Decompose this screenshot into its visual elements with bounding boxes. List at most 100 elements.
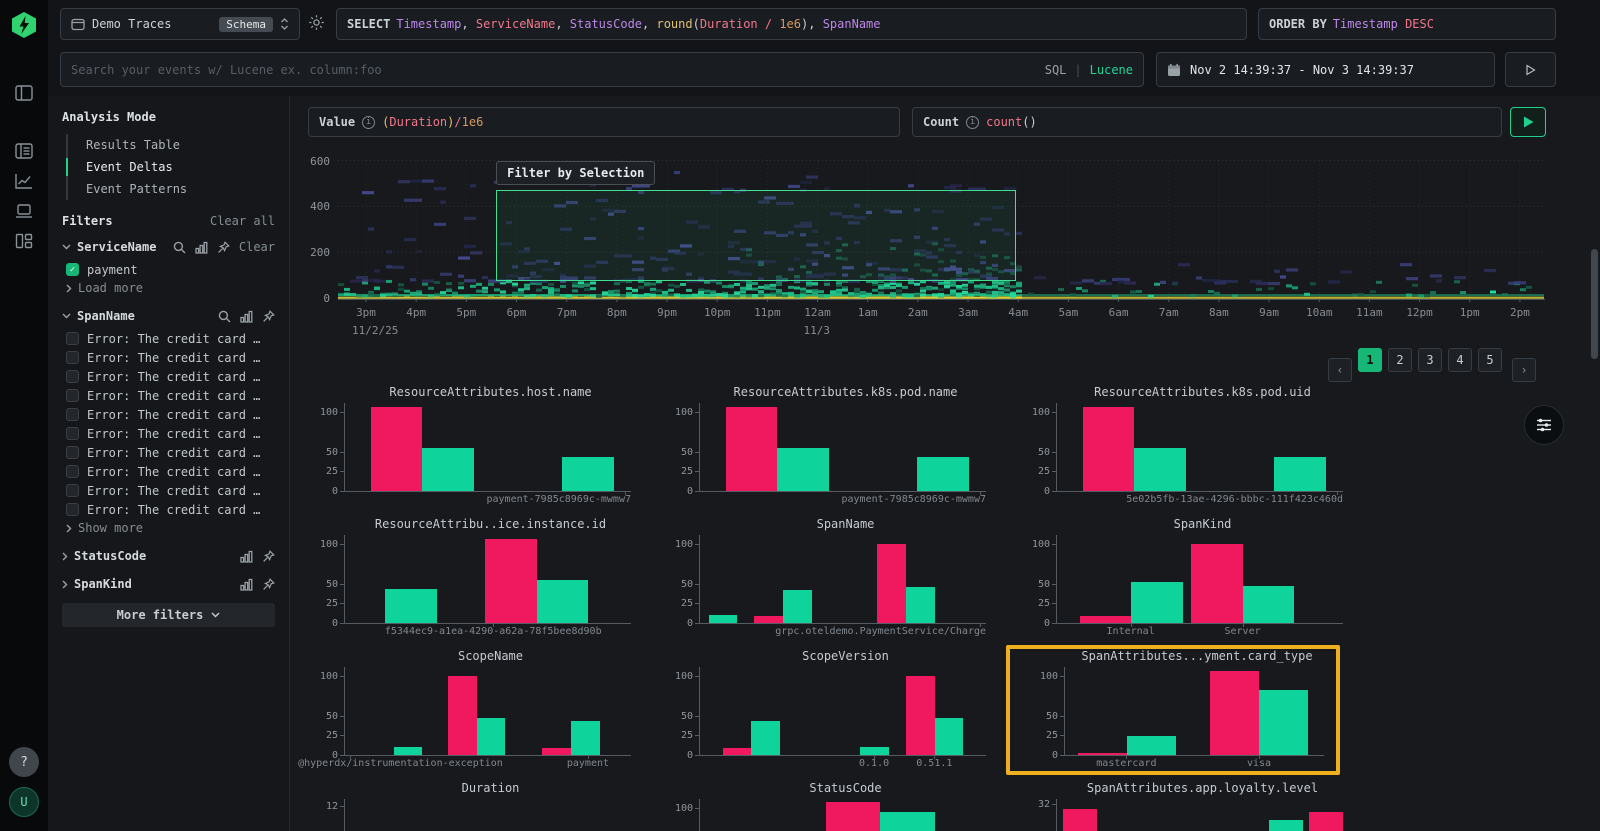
delta-chart-resourceattributes-k8s-pod-name[interactable]: ResourceAttributes.k8s.pod.name10050250p… (655, 385, 1000, 511)
chevron-updown-icon[interactable] (280, 17, 289, 31)
count-expression-input[interactable]: Count i count() (912, 107, 1502, 137)
outlier-bar[interactable] (1063, 809, 1097, 831)
page-button-2[interactable]: 2 (1388, 348, 1412, 372)
outlier-bar[interactable] (723, 748, 752, 755)
date-range-picker[interactable]: Nov 2 14:39:37 - Nov 3 14:39:37 (1156, 52, 1495, 87)
outlier-bar[interactable] (877, 544, 906, 623)
inlier-bar[interactable] (385, 589, 436, 623)
bar-chart-icon[interactable] (240, 550, 253, 563)
page-button-1[interactable]: 1 (1358, 348, 1382, 372)
hyperdx-logo-icon[interactable] (9, 10, 39, 40)
clear-filter-button[interactable]: Clear (239, 240, 275, 254)
user-avatar[interactable]: U (9, 787, 39, 817)
run-query-button[interactable] (1510, 107, 1546, 137)
outlier-bar[interactable] (1083, 407, 1134, 491)
checkbox[interactable] (66, 389, 79, 402)
pin-icon[interactable] (262, 578, 275, 591)
inlier-bar[interactable] (571, 721, 600, 755)
select-clause-input[interactable]: SELECT Timestamp, ServiceName, StatusCod… (336, 8, 1247, 40)
inlier-bar[interactable] (1243, 586, 1294, 623)
delta-chart-spanattributes-app-loyalty-level[interactable]: SpanAttributes.app.loyalty.level32 (1012, 781, 1357, 831)
inlier-bar[interactable] (917, 457, 968, 491)
analysis-mode-results-table[interactable]: Results Table (68, 134, 275, 156)
filter-value-item[interactable]: Error: The credit card … (62, 443, 275, 462)
mode-lucene[interactable]: Lucene (1090, 63, 1133, 77)
inlier-bar[interactable] (880, 812, 934, 831)
inlier-bar[interactable] (1134, 448, 1185, 491)
analysis-mode-event-deltas[interactable]: Event Deltas (68, 156, 275, 178)
inlier-bar[interactable] (860, 747, 889, 755)
value-expression-input[interactable]: Value i (Duration)/1e6 (308, 107, 900, 137)
chart-explorer-icon[interactable] (7, 166, 41, 196)
checkbox[interactable] (66, 465, 79, 478)
delta-chart-duration[interactable]: Duration12 (300, 781, 645, 831)
delta-chart-scopeversion[interactable]: ScopeVersion100502500.1.00.51.1 (655, 649, 1000, 775)
inlier-bar[interactable] (477, 718, 506, 755)
inlier-bar[interactable] (906, 587, 935, 623)
sessions-icon[interactable] (7, 196, 41, 226)
filter-value-item[interactable]: ✓payment (62, 260, 275, 279)
inlier-bar[interactable] (935, 718, 964, 755)
page-button-5[interactable]: 5 (1478, 348, 1502, 372)
analysis-mode-event-patterns[interactable]: Event Patterns (68, 178, 275, 200)
bar-chart-icon[interactable] (240, 578, 253, 591)
live-tail-button[interactable] (1505, 52, 1556, 87)
inlier-bar[interactable] (1274, 457, 1325, 491)
pin-icon[interactable] (262, 310, 275, 323)
search-events-icon[interactable] (7, 136, 41, 166)
filter-value-item[interactable]: Error: The credit card … (62, 348, 275, 367)
filter-group-header-spanname[interactable]: SpanName (62, 307, 275, 325)
clear-all-button[interactable]: Clear all (210, 214, 275, 228)
filter-value-item[interactable]: Error: The credit card … (62, 405, 275, 424)
inlier-bar[interactable] (783, 590, 812, 623)
show-more-link[interactable]: Show more (62, 519, 275, 537)
inlier-bar[interactable] (709, 615, 738, 623)
inlier-bar[interactable] (777, 448, 828, 491)
inlier-bar[interactable] (422, 448, 473, 491)
outlier-bar[interactable] (726, 407, 777, 491)
checkbox[interactable]: ✓ (66, 263, 79, 276)
delta-chart-scopename[interactable]: ScopeName10050250@hyperdx/instrumentatio… (300, 649, 645, 775)
filter-value-item[interactable]: Error: The credit card … (62, 367, 275, 386)
filter-group-header-servicename[interactable]: ServiceNameClear (62, 238, 275, 256)
outlier-bar[interactable] (448, 676, 477, 755)
page-next-button[interactable]: › (1512, 358, 1536, 382)
outlier-bar[interactable] (826, 802, 880, 831)
source-selector[interactable]: Demo Traces Schema (60, 8, 300, 40)
vertical-scrollbar[interactable] (1591, 249, 1598, 359)
inlier-bar[interactable] (562, 457, 613, 491)
mode-sql[interactable]: SQL (1045, 63, 1067, 77)
inlier-bar[interactable] (394, 747, 423, 755)
delta-chart-resourceattribu-ice-instance-id[interactable]: ResourceAttribu..ice.instance.id10050250… (300, 517, 645, 643)
checkbox[interactable] (66, 503, 79, 516)
orderby-clause-input[interactable]: ORDER BY Timestamp DESC (1258, 8, 1556, 40)
checkbox[interactable] (66, 484, 79, 497)
outlier-bar[interactable] (1080, 616, 1131, 623)
inlier-bar[interactable] (1131, 582, 1182, 623)
heatmap-plot[interactable]: Filter by Selection (338, 156, 1545, 298)
heatmap-selection-box[interactable] (496, 190, 1016, 281)
inlier-bar[interactable] (1269, 820, 1303, 831)
filter-value-item[interactable]: Error: The credit card … (62, 500, 275, 519)
pin-icon[interactable] (262, 550, 275, 563)
inlier-bar[interactable] (751, 721, 780, 755)
search-input[interactable]: Search your events w/ Lucene ex. column:… (60, 52, 1144, 87)
filter-value-item[interactable]: Error: The credit card … (62, 424, 275, 443)
delta-chart-spanname[interactable]: SpanName10050250grpc.oteldemo.PaymentSer… (655, 517, 1000, 643)
outlier-bar[interactable] (1191, 544, 1242, 623)
inlier-bar[interactable] (537, 580, 588, 623)
delta-chart-spankind[interactable]: SpanKind10050250InternalServer (1012, 517, 1357, 643)
filter-value-item[interactable]: Error: The credit card … (62, 386, 275, 405)
filter-by-selection-button[interactable]: Filter by Selection (496, 161, 655, 185)
search-icon[interactable] (218, 310, 231, 323)
bar-chart-icon[interactable] (240, 310, 253, 323)
outlier-bar[interactable] (1309, 812, 1343, 831)
duration-heatmap[interactable]: 6004002000Filter by Selection3pm4pm5pm6p… (300, 154, 1552, 350)
filter-group-header-statuscode[interactable]: StatusCode (62, 547, 275, 565)
more-filters-button[interactable]: More filters (62, 603, 275, 627)
outlier-bar[interactable] (906, 676, 935, 755)
outlier-bar[interactable] (371, 407, 422, 491)
help-button[interactable]: ? (9, 747, 39, 777)
delta-chart-statuscode[interactable]: StatusCode100 (655, 781, 1000, 831)
checkbox[interactable] (66, 446, 79, 459)
